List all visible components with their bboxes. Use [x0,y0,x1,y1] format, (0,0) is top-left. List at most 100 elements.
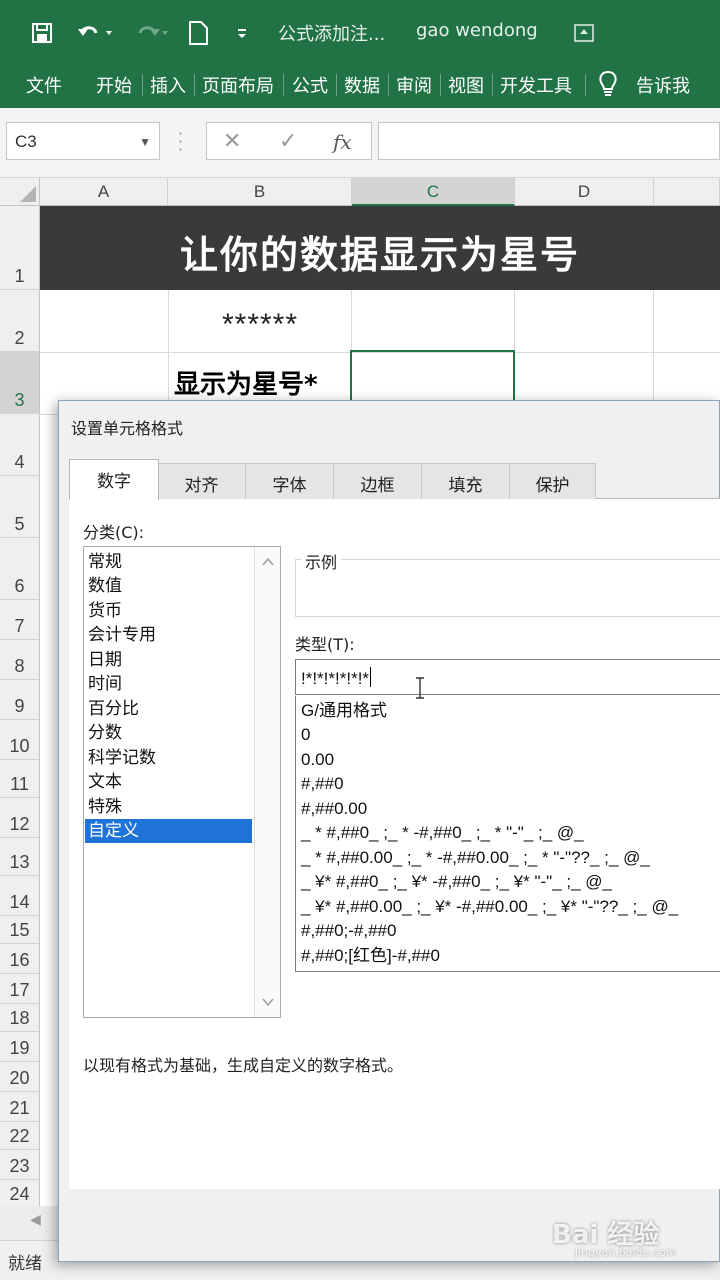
row-header[interactable]: 13 [0,838,40,876]
tab-page-layout[interactable]: 页面布局 [202,72,274,98]
row-header[interactable]: 23 [0,1150,40,1180]
formula-input[interactable] [378,122,720,160]
name-box[interactable]: C3 ▼ [6,122,160,160]
new-document-icon[interactable] [184,19,212,47]
insert-function-button[interactable]: fx [333,130,352,154]
save-icon[interactable] [28,19,56,47]
customize-toolbar-icon[interactable] [228,19,256,47]
list-item[interactable]: 科学记数 [85,746,252,770]
list-item[interactable]: #,##0 [301,772,344,796]
tab-file[interactable]: 文件 [26,72,62,98]
column-header-selected[interactable]: C [352,178,515,206]
row-header[interactable]: 12 [0,798,40,838]
ribbon-separator [492,74,493,96]
tab-data[interactable]: 数据 [344,72,380,98]
list-item[interactable]: _ ¥* #,##0_ ;_ ¥* -#,##0_ ;_ ¥* "-"_ ;_ … [301,870,612,894]
chevron-down-icon[interactable]: ▼ [139,135,151,149]
list-item[interactable]: _ * #,##0.00_ ;_ * -#,##0.00_ ;_ * "-"??… [301,846,650,870]
column-header[interactable]: E [654,178,720,206]
row-header[interactable]: 24 [0,1180,40,1208]
tab-protection[interactable]: 保护 [509,463,596,499]
tab-font[interactable]: 字体 [245,463,334,499]
list-item[interactable]: 货币 [85,599,252,623]
tab-view[interactable]: 视图 [448,72,484,98]
tab-number[interactable]: 数字 [69,459,159,500]
row-header-selected[interactable]: 3 [0,352,40,414]
list-item[interactable]: _ ¥* #,##0.00_ ;_ ¥* -#,##0.00_ ;_ ¥* "-… [301,895,678,919]
row-header[interactable]: 1 [0,206,40,290]
column-header[interactable]: D [515,178,654,206]
row-header[interactable]: 2 [0,290,40,352]
row-header[interactable]: 15 [0,916,40,944]
list-item[interactable]: 0.00 [301,748,334,772]
cell-b3[interactable]: 显示为星号* [174,364,318,401]
category-scrollbar[interactable] [254,547,280,1017]
category-list[interactable]: 常规 数值 货币 会计专用 日期 时间 百分比 分数 科学记数 文本 特殊 自定… [83,546,281,1018]
format-cells-dialog: 设置单元格格式 数字 对齐 字体 边框 填充 保护 分类(C): 常规 数值 货… [58,400,720,1262]
tab-fill[interactable]: 填充 [421,463,510,499]
ribbon-tabs: 文件 开始 插入 页面布局 公式 数据 审阅 视图 开发工具 告诉我 [0,62,720,108]
list-item[interactable]: #,##0.00 [301,797,367,821]
row-header[interactable]: 22 [0,1122,40,1150]
selected-cell-c3[interactable] [350,350,515,402]
tab-alignment[interactable]: 对齐 [157,463,246,499]
undo-icon[interactable] [74,19,118,47]
list-item[interactable]: 0 [301,723,310,747]
row-header[interactable]: 4 [0,414,40,476]
select-all-button[interactable] [0,178,40,206]
row-header[interactable]: 8 [0,640,40,680]
list-item[interactable]: 会计专用 [85,623,252,647]
row-header[interactable]: 10 [0,720,40,760]
list-item[interactable]: 数值 [85,574,252,598]
tab-border[interactable]: 边框 [333,463,422,499]
ribbon-display-icon[interactable] [570,19,598,47]
type-input[interactable]: !*!*!*!*!*!* [295,659,720,695]
status-text: 就绪 [8,1254,42,1274]
row-header[interactable]: 18 [0,1004,40,1032]
list-item[interactable]: _ * #,##0_ ;_ * -#,##0_ ;_ * "-"_ ;_ @_ [301,821,584,845]
row-header[interactable]: 16 [0,944,40,974]
title-banner-cell[interactable]: 让你的数据显示为星号 [40,206,720,290]
row-header[interactable]: 6 [0,538,40,600]
list-item[interactable]: 分数 [85,721,252,745]
tab-review[interactable]: 审阅 [396,72,432,98]
row-header[interactable]: 5 [0,476,40,538]
row-header[interactable]: 7 [0,600,40,640]
row-header[interactable]: 21 [0,1092,40,1122]
list-item[interactable]: #,##0;-#,##0 [301,919,396,943]
row-header[interactable]: 17 [0,974,40,1004]
tab-home[interactable]: 开始 [96,72,132,98]
row-header[interactable]: 14 [0,876,40,916]
ribbon-separator [142,74,143,96]
user-name[interactable]: gao wendong [416,20,538,41]
scroll-left-icon[interactable]: ◀ [30,1212,41,1228]
tab-insert[interactable]: 插入 [150,72,186,98]
tell-me-search[interactable]: 告诉我 [636,72,690,98]
list-item-selected[interactable]: 自定义 [85,819,252,843]
enter-formula-icon[interactable]: ✓ [279,129,297,154]
list-item[interactable]: 特殊 [85,795,252,819]
list-item[interactable]: 百分比 [85,697,252,721]
list-item[interactable]: 文本 [85,770,252,794]
row-header[interactable]: 20 [0,1062,40,1092]
row-header[interactable]: 19 [0,1032,40,1062]
list-item[interactable]: 日期 [85,648,252,672]
list-item[interactable]: 时间 [85,672,252,696]
chevron-up-icon[interactable] [261,555,275,569]
chevron-down-icon[interactable] [261,995,275,1009]
list-item[interactable]: G/通用格式 [301,699,387,723]
tab-developer[interactable]: 开发工具 [500,72,572,98]
cell-b2[interactable]: ****** [168,308,352,342]
format-type-list[interactable]: G/通用格式 0 0.00 #,##0 #,##0.00 _ * #,##0_ … [295,696,720,972]
row-header[interactable]: 11 [0,760,40,798]
cancel-formula-icon[interactable]: ✕ [223,129,241,154]
column-header[interactable]: A [40,178,168,206]
tab-formulas[interactable]: 公式 [292,72,328,98]
list-item[interactable]: #,##0;[红色]-#,##0 [301,944,440,968]
lightbulb-icon[interactable] [594,70,622,98]
list-item[interactable]: 常规 [85,550,252,574]
ribbon-separator [194,74,195,96]
redo-icon[interactable] [128,19,172,47]
column-header[interactable]: B [168,178,352,206]
row-header[interactable]: 9 [0,680,40,720]
